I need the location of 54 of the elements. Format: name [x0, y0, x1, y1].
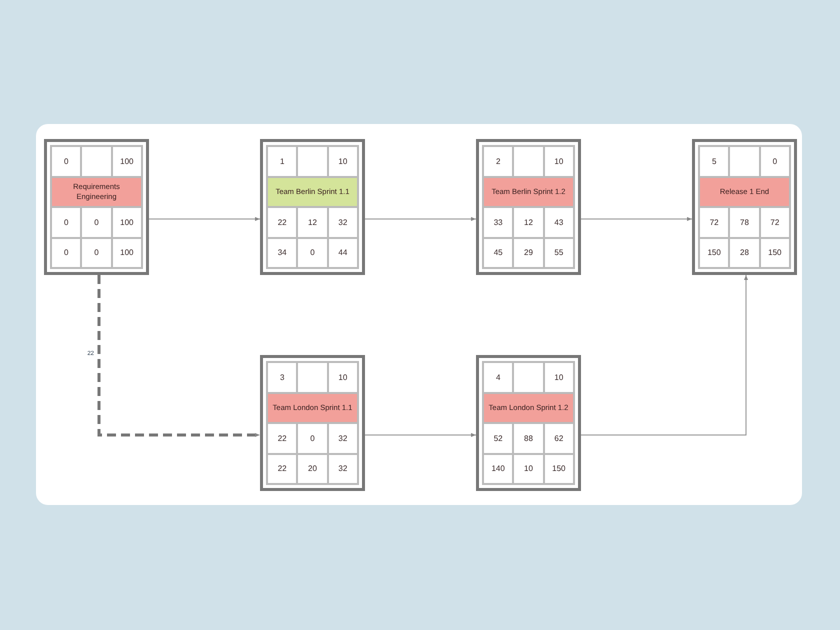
table-cell: 72	[760, 207, 790, 238]
table-cell: 52	[483, 423, 514, 454]
table-cell: 150	[544, 454, 574, 484]
table-cell: 4	[483, 362, 514, 392]
table-cell: 45	[483, 238, 514, 268]
table-cell	[513, 362, 544, 392]
table-cell: 0	[760, 146, 790, 176]
table-cell: 88	[513, 423, 544, 454]
table-cell: 10	[513, 454, 544, 484]
table-cell: 22	[267, 454, 298, 484]
table-cell	[297, 146, 328, 176]
table-cell: 32	[328, 207, 358, 238]
table-cell: 1	[267, 146, 298, 176]
table-cell: 10	[544, 146, 574, 176]
table-cell: 10	[328, 146, 358, 176]
table-cell: 0	[51, 207, 82, 238]
table-cell: 78	[729, 207, 760, 238]
table-cell: 100	[112, 207, 142, 238]
table-cell: 22	[267, 423, 298, 454]
table-cell: 0	[81, 207, 112, 238]
table-cell: 2	[483, 146, 514, 176]
table-cell: 140	[483, 454, 514, 484]
table-cell: 28	[729, 238, 760, 268]
table-cell: 55	[544, 238, 574, 268]
table-cell: 32	[328, 454, 358, 484]
table-cell: 0	[297, 238, 328, 268]
table-cell: 100	[112, 146, 142, 176]
table-cell: 3	[267, 362, 298, 392]
table-cell: 32	[328, 423, 358, 454]
table-cell: 12	[513, 207, 544, 238]
table-cell: 0	[51, 146, 82, 176]
table-cell: 0	[51, 238, 82, 268]
table-cell: 150	[760, 238, 790, 268]
table-cell: 33	[483, 207, 514, 238]
table-cell: 43	[544, 207, 574, 238]
table-cell: 62	[544, 423, 574, 454]
table-cell: 22	[267, 207, 298, 238]
table-cell: 0	[297, 423, 328, 454]
table-cell: 12	[297, 207, 328, 238]
table-cell: 150	[699, 238, 730, 268]
table-cell	[513, 146, 544, 176]
table-cell: 20	[297, 454, 328, 484]
table-cell: 10	[328, 362, 358, 392]
table-cell: 34	[267, 238, 298, 268]
table-cell: 29	[513, 238, 544, 268]
table-cell: 100	[112, 238, 142, 268]
table-cell	[297, 362, 328, 392]
table-cell	[81, 146, 112, 176]
table-cell: 0	[81, 238, 112, 268]
table-cell: 72	[699, 207, 730, 238]
table-cell	[729, 146, 760, 176]
table-cell: 5	[699, 146, 730, 176]
table-cell: 10	[544, 362, 574, 392]
table-cell: 44	[328, 238, 358, 268]
